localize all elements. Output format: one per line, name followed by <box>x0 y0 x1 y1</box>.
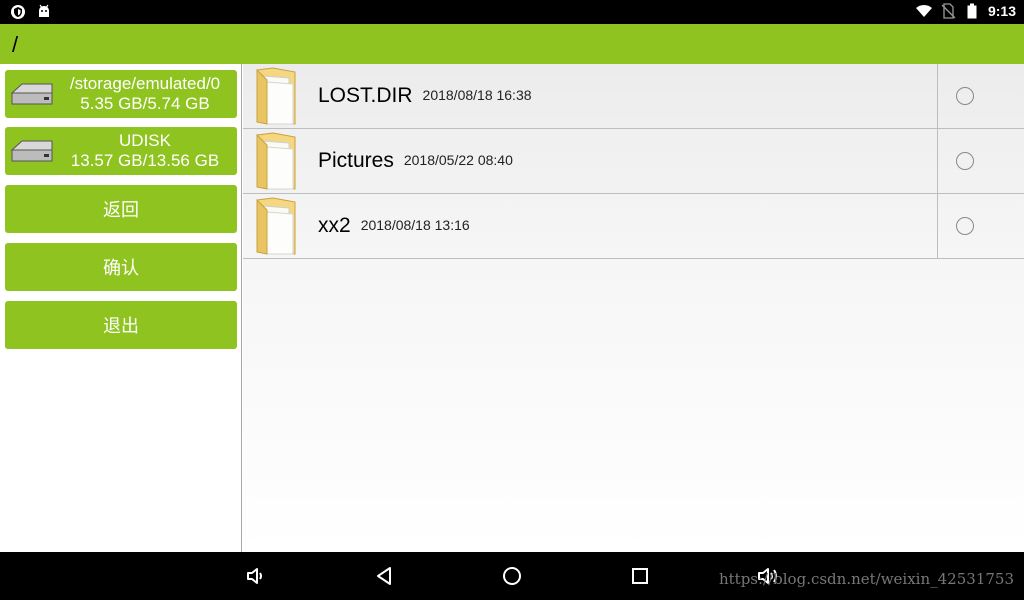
status-right-icons: 9:13 <box>915 3 1016 19</box>
folder-icon <box>256 197 296 255</box>
confirm-button[interactable]: 确认 <box>5 243 237 291</box>
file-name: LOST.DIR <box>318 84 413 107</box>
no-sim-icon <box>941 3 956 19</box>
status-bar: 9:13 <box>0 0 1024 24</box>
watermark-text: https://blog.csdn.net/weixin_42531753 <box>718 570 1014 588</box>
file-row[interactable]: xx2 2018/08/18 13:16 <box>243 194 1024 259</box>
status-left-icons <box>10 4 52 20</box>
select-cell <box>937 129 1024 193</box>
select-radio[interactable] <box>956 87 974 105</box>
back-triangle-icon[interactable] <box>372 564 396 588</box>
hard-drive-icon <box>10 140 53 162</box>
drive-button-internal[interactable]: /storage/emulated/0 5.35 GB/5.74 GB <box>5 70 237 118</box>
file-name-line: xx2 2018/08/18 13:16 <box>318 214 470 238</box>
file-date: 2018/05/22 08:40 <box>403 152 513 168</box>
home-circle-icon[interactable] <box>500 564 524 588</box>
file-name: Pictures <box>318 149 394 172</box>
android-icon <box>39 4 49 17</box>
back-button[interactable]: 返回 <box>5 185 237 233</box>
content-area: /storage/emulated/0 5.35 GB/5.74 GB UDIS… <box>0 64 1024 552</box>
drive-info: /storage/emulated/0 5.35 GB/5.74 GB <box>59 74 231 114</box>
battery-icon <box>967 3 977 19</box>
file-name: xx2 <box>318 214 351 237</box>
folder-icon <box>256 132 296 190</box>
clock: 9:13 <box>987 3 1016 19</box>
select-cell <box>937 194 1024 258</box>
file-date: 2018/08/18 13:16 <box>360 217 470 233</box>
navigation-bar: https://blog.csdn.net/weixin_42531753 <box>0 552 1024 600</box>
drive-usage: 5.35 GB/5.74 GB <box>80 94 210 113</box>
select-radio[interactable] <box>956 152 974 170</box>
title-bar: / <box>0 24 1024 64</box>
recents-square-icon[interactable] <box>628 564 652 588</box>
volume-down-icon[interactable] <box>244 564 268 588</box>
exit-button[interactable]: 退出 <box>5 301 237 349</box>
file-list: LOST.DIR 2018/08/18 16:38 Pictures 2018/05… <box>243 64 1024 552</box>
drive-name: UDISK <box>119 131 171 150</box>
drive-usage: 13.57 GB/13.56 GB <box>70 151 220 170</box>
file-date: 2018/08/18 16:38 <box>422 87 532 103</box>
file-name-line: Pictures 2018/05/22 08:40 <box>318 149 513 173</box>
wifi-icon <box>915 5 932 17</box>
hard-drive-icon <box>10 83 53 105</box>
sidebar: /storage/emulated/0 5.35 GB/5.74 GB UDIS… <box>0 64 242 552</box>
folder-icon <box>256 67 296 125</box>
file-name-line: LOST.DIR 2018/08/18 16:38 <box>318 84 532 108</box>
drive-info: UDISK 13.57 GB/13.56 GB <box>59 131 231 171</box>
file-row[interactable]: Pictures 2018/05/22 08:40 <box>243 129 1024 194</box>
select-radio[interactable] <box>956 217 974 235</box>
drive-name: /storage/emulated/0 <box>69 74 221 93</box>
file-row[interactable]: LOST.DIR 2018/08/18 16:38 <box>243 64 1024 129</box>
drive-button-udisk[interactable]: UDISK 13.57 GB/13.56 GB <box>5 127 237 175</box>
current-path: / <box>12 32 19 57</box>
select-cell <box>937 64 1024 128</box>
shield-icon <box>11 5 25 19</box>
